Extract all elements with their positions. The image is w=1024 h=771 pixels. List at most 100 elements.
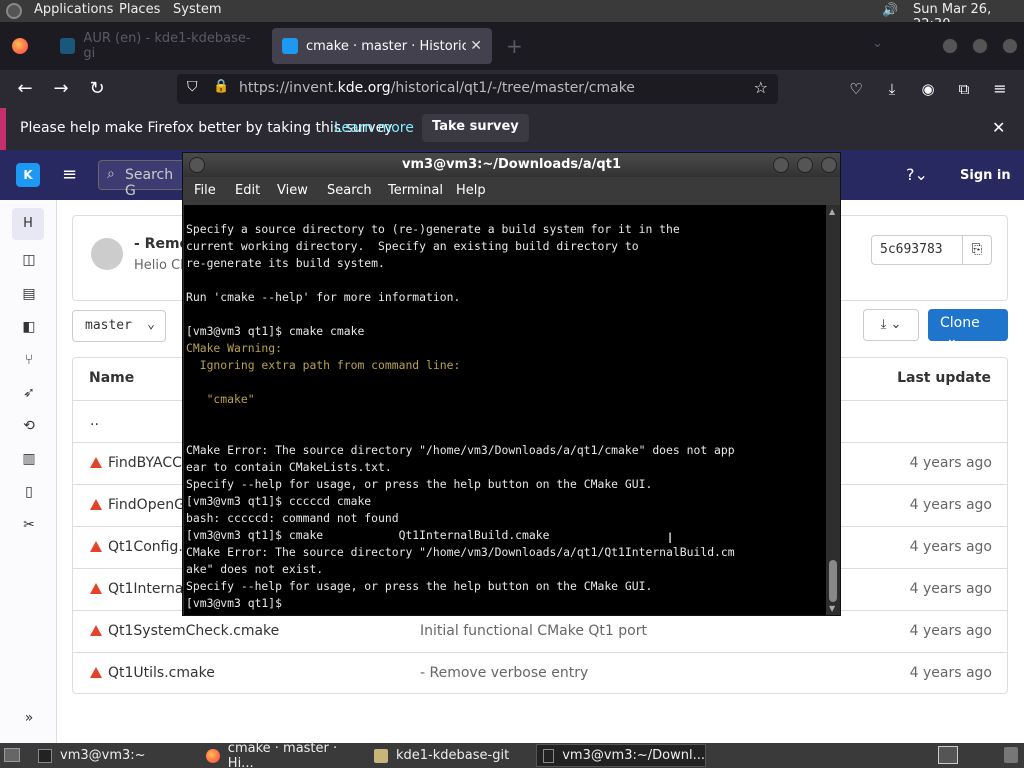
minimize-window-button[interactable] [942, 38, 958, 54]
merge-requests-icon[interactable]: ⑂ [20, 352, 38, 370]
terminal-line: current working directory. Specify an ex… [186, 239, 639, 253]
close-window-button[interactable] [1002, 38, 1018, 54]
menu-icon[interactable]: ≡ [989, 78, 1011, 100]
list-tabs-icon[interactable]: ⌄ [872, 36, 883, 51]
terminal-window[interactable]: vm3@vm3:~/Downloads/a/qt1 File Edit View… [182, 152, 841, 616]
menu-help[interactable]: Help [456, 183, 486, 198]
window-menu-button[interactable] [189, 157, 205, 173]
task-terminal-qt1[interactable]: vm3@vm3:~/Downl... [536, 744, 706, 767]
places-menu[interactable]: Places [119, 2, 160, 17]
file-name[interactable]: FindOpenG [108, 497, 185, 513]
branch-dropdown[interactable]: master ⌄ [72, 310, 166, 342]
bookmark-star-icon[interactable]: ☆ [754, 78, 768, 97]
scroll-up-arrow-icon[interactable]: ▲ [829, 207, 835, 216]
account-icon[interactable]: ◉ [917, 78, 939, 100]
terminal-scrollbar[interactable]: ▲ ▼ [826, 205, 840, 615]
hamburger-menu-icon[interactable]: ≡ [62, 164, 77, 185]
minimize-window-button[interactable] [773, 157, 789, 173]
close-window-button[interactable] [821, 157, 837, 173]
shield-icon[interactable]: ⛉ [187, 79, 198, 95]
commit-message[interactable]: - Remove verbose entry [420, 665, 588, 681]
help-icon[interactable]: ?⌄ [906, 165, 928, 184]
chevron-down-icon: ⌄ [147, 317, 155, 332]
ci-cd-rocket-icon[interactable]: ➶ [20, 385, 38, 403]
copy-sha-icon[interactable]: ⎘ [962, 235, 992, 265]
project-avatar[interactable]: H [12, 208, 44, 240]
author-avatar[interactable] [91, 238, 123, 270]
kde-favicon-icon [282, 38, 298, 54]
last-update: 4 years ago [909, 665, 992, 681]
volume-icon[interactable]: 🔊 [882, 3, 898, 18]
deployments-icon[interactable]: ⟲ [20, 418, 38, 436]
commit-author[interactable]: Helio Ch [134, 258, 188, 273]
menu-view[interactable]: View [277, 183, 308, 198]
firefox-view-icon[interactable] [12, 38, 28, 54]
close-tab-icon[interactable]: ✕ [470, 38, 482, 54]
firefox-toolbar: ← → ↻ ⛉ 🔒 https://invent.kde.org/histori… [0, 70, 1024, 108]
file-name[interactable]: Qt1SystemCheck.cmake [108, 623, 279, 639]
project-overview-icon[interactable]: ◫ [20, 252, 38, 270]
task-label: cmake · master · Hi... [227, 740, 338, 771]
sign-in-link[interactable]: Sign in [960, 168, 1011, 183]
task-file-manager[interactable]: kde1-kdebase-git [368, 744, 533, 767]
system-menu[interactable]: System [173, 2, 221, 17]
back-icon[interactable]: ← [14, 78, 36, 100]
download-dropdown[interactable]: ⤓ ⌄ [863, 309, 919, 341]
show-desktop-icon[interactable] [4, 748, 20, 762]
trash-icon[interactable] [1004, 747, 1018, 763]
analytics-icon[interactable]: ▥ [20, 451, 38, 469]
file-name[interactable]: Qt1Config. [108, 539, 183, 555]
snippets-scissors-icon[interactable]: ✂ [20, 517, 38, 535]
maximize-window-button[interactable] [797, 157, 813, 173]
search-input[interactable]: ⌕ Search G [98, 160, 188, 199]
table-row[interactable]: Qt1Utils.cmake - Remove verbose entry 4 … [72, 652, 1008, 694]
clone-button[interactable]: Clone ⌄ [928, 309, 1008, 347]
commit-sha[interactable]: 5c693783 [871, 235, 963, 265]
scrollbar-thumb[interactable] [829, 560, 837, 602]
terminal-titlebar[interactable]: vm3@vm3:~/Downloads/a/qt1 [183, 153, 840, 177]
expand-sidebar-icon[interactable]: » [20, 710, 38, 728]
url-host: kde.org [337, 80, 391, 96]
file-name[interactable]: FindBYACC. [108, 455, 186, 471]
reload-icon[interactable]: ↻ [86, 78, 108, 100]
terminal-output[interactable]: Specify a source directory to (re-)gener… [184, 205, 827, 615]
parent-dir-link[interactable]: .. [90, 413, 99, 429]
file-name[interactable]: Qt1Utils.cmake [108, 665, 215, 681]
menu-search[interactable]: Search [327, 183, 372, 198]
menu-terminal[interactable]: Terminal [388, 183, 443, 198]
repository-icon[interactable]: ▤ [20, 286, 38, 304]
url-bar[interactable]: ⛉ 🔒 https://invent.kde.org/historical/qt… [177, 74, 778, 104]
task-terminal-home[interactable]: vm3@vm3:~ [32, 744, 197, 767]
new-tab-button[interactable]: + [506, 34, 523, 58]
terminal-icon [543, 748, 555, 763]
gnome-logo-icon[interactable] [6, 3, 22, 19]
forward-icon[interactable]: → [50, 78, 72, 100]
take-survey-button[interactable]: Take survey [422, 114, 529, 142]
learn-more-link[interactable]: Learn more [334, 120, 414, 136]
menu-edit[interactable]: Edit [235, 183, 260, 198]
close-survey-icon[interactable]: ✕ [992, 118, 1005, 137]
tab-aur[interactable]: AUR (en) - kde1-kdebase-gi [50, 28, 266, 64]
workspace-switcher[interactable] [938, 746, 958, 764]
lock-icon[interactable]: 🔒 [213, 79, 229, 94]
wiki-icon[interactable]: ▯ [20, 484, 38, 502]
task-firefox[interactable]: cmake · master · Hi... [200, 741, 365, 771]
pocket-icon[interactable]: ♡ [845, 78, 867, 100]
applications-menu[interactable]: Applications [34, 2, 113, 17]
tab-cmake-master[interactable]: cmake · master · Historical / ✕ [272, 28, 492, 64]
maximize-window-button[interactable] [972, 38, 988, 54]
cmake-file-icon [90, 541, 102, 552]
scroll-down-arrow-icon[interactable]: ▼ [829, 604, 835, 613]
file-name[interactable]: Qt1Internal [108, 581, 187, 597]
extensions-icon[interactable]: ⧉ [953, 78, 975, 100]
commit-message[interactable]: Initial functional CMake Qt1 port [420, 623, 647, 639]
menu-file[interactable]: File [194, 183, 216, 198]
kde-logo-icon[interactable]: K [16, 163, 40, 187]
issues-icon[interactable]: ◧ [20, 319, 38, 337]
terminal-line: Specify a source directory to (re-)gener… [186, 222, 680, 236]
downloads-icon[interactable]: ⤓ [881, 78, 903, 100]
table-row[interactable]: Qt1SystemCheck.cmake Initial functional … [72, 610, 1008, 652]
